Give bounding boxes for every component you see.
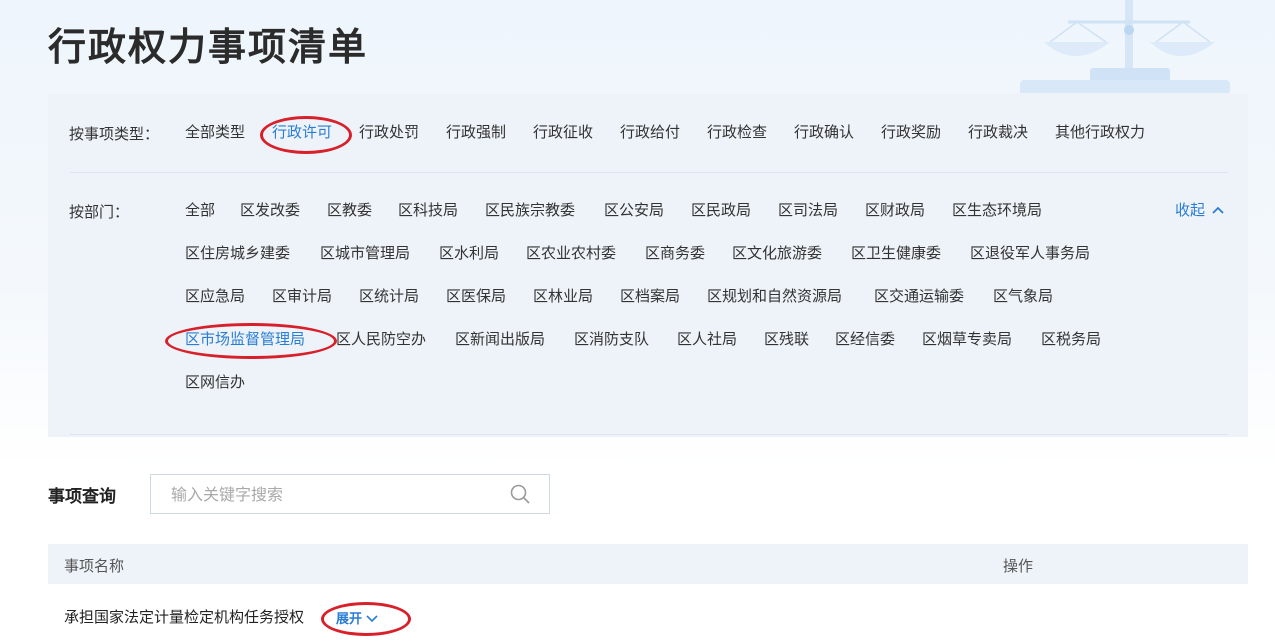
table-row-name: 承担国家法定计量检定机构任务授权 bbox=[64, 608, 305, 626]
dept-filter-item[interactable]: 区医保局 bbox=[446, 284, 506, 308]
column-header-operation: 操作 bbox=[1003, 557, 1034, 575]
type-filter-item[interactable]: 行政征收 bbox=[533, 120, 593, 144]
dept-filter-item[interactable]: 区公安局 bbox=[604, 198, 664, 222]
dept-filter-item[interactable]: 区发改委 bbox=[240, 198, 300, 222]
search-input[interactable] bbox=[151, 475, 509, 513]
dept-filter-item[interactable]: 区规划和自然资源局 bbox=[707, 284, 842, 308]
type-filter-item[interactable]: 行政给付 bbox=[620, 120, 680, 144]
dept-filter-item[interactable]: 区民政局 bbox=[691, 198, 751, 222]
dept-filter-item[interactable]: 区经信委 bbox=[835, 327, 895, 351]
dept-filter-item[interactable]: 区科技局 bbox=[398, 198, 458, 222]
chevron-up-icon bbox=[1212, 206, 1224, 214]
dept-filter-item[interactable]: 区司法局 bbox=[778, 198, 838, 222]
type-filter-label: 按事项类型： bbox=[69, 125, 160, 143]
type-filter-item[interactable]: 行政奖励 bbox=[881, 120, 941, 144]
dept-filter-item[interactable]: 区商务委 bbox=[645, 241, 705, 265]
type-filter-item[interactable]: 其他行政权力 bbox=[1055, 120, 1145, 144]
dept-filter-item[interactable]: 区统计局 bbox=[359, 284, 419, 308]
divider bbox=[70, 434, 1228, 435]
dept-filter-item[interactable]: 区住房城乡建委 bbox=[185, 241, 290, 265]
dept-filter-item[interactable]: 区交通运输委 bbox=[874, 284, 964, 308]
dept-filter-item[interactable]: 区水利局 bbox=[439, 241, 499, 265]
expand-label: 展开 bbox=[336, 612, 363, 627]
table-header: 事项名称 操作 bbox=[48, 544, 1248, 584]
type-filter-item[interactable]: 行政强制 bbox=[446, 120, 506, 144]
column-header-name: 事项名称 bbox=[64, 557, 125, 575]
dept-filter-item[interactable]: 区农业农村委 bbox=[526, 241, 616, 265]
search-section-title: 事项查询 bbox=[48, 487, 116, 507]
dept-filter-item[interactable]: 区退役军人事务局 bbox=[970, 241, 1090, 265]
search-icon[interactable] bbox=[509, 483, 531, 505]
dept-filter-item[interactable]: 区应急局 bbox=[185, 284, 245, 308]
type-filter-item[interactable]: 行政检查 bbox=[707, 120, 767, 144]
highlight-ring bbox=[165, 323, 337, 359]
dept-filter-item[interactable]: 区文化旅游委 bbox=[732, 241, 822, 265]
dept-filter-item[interactable]: 区人民防空办 bbox=[336, 327, 426, 351]
dept-filter-item[interactable]: 区网信办 bbox=[185, 370, 245, 394]
dept-filter-item[interactable]: 区民族宗教委 bbox=[485, 198, 575, 222]
chevron-down-icon bbox=[366, 614, 378, 622]
dept-filter-item[interactable]: 全部 bbox=[185, 198, 215, 222]
search-box bbox=[150, 474, 550, 514]
dept-filter-item[interactable]: 区烟草专卖局 bbox=[922, 327, 1012, 351]
dept-filter-item[interactable]: 区人社局 bbox=[677, 327, 737, 351]
expand-button[interactable]: 展开 bbox=[336, 608, 378, 627]
dept-filter-label: 按部门： bbox=[69, 203, 130, 221]
dept-filter-item[interactable]: 区生态环境局 bbox=[952, 198, 1042, 222]
dept-filter-item[interactable]: 区卫生健康委 bbox=[851, 241, 941, 265]
highlight-ring bbox=[260, 116, 352, 154]
type-filter-item[interactable]: 行政处罚 bbox=[359, 120, 419, 144]
dept-filter-item[interactable]: 区林业局 bbox=[533, 284, 593, 308]
dept-filter-item[interactable]: 区气象局 bbox=[993, 284, 1053, 308]
dept-filter-item[interactable]: 区城市管理局 bbox=[320, 241, 410, 265]
collapse-button[interactable]: 收起 bbox=[1175, 199, 1225, 220]
dept-filter-item[interactable]: 区残联 bbox=[764, 327, 809, 351]
dept-filter-item[interactable]: 区税务局 bbox=[1041, 327, 1101, 351]
divider bbox=[70, 172, 1228, 173]
dept-filter-item[interactable]: 区档案局 bbox=[620, 284, 680, 308]
dept-filter-item[interactable]: 区消防支队 bbox=[574, 327, 649, 351]
type-filter-item[interactable]: 行政确认 bbox=[794, 120, 854, 144]
scales-illustration bbox=[1020, 0, 1230, 95]
dept-filter-item[interactable]: 区新闻出版局 bbox=[455, 327, 545, 351]
dept-filter-item[interactable]: 区财政局 bbox=[865, 198, 925, 222]
dept-filter-item[interactable]: 区教委 bbox=[327, 198, 372, 222]
dept-filter-item[interactable]: 区审计局 bbox=[272, 284, 332, 308]
collapse-label: 收起 bbox=[1175, 201, 1206, 219]
type-filter-item[interactable]: 行政裁决 bbox=[968, 120, 1028, 144]
page-title: 行政权力事项清单 bbox=[48, 25, 369, 69]
type-filter-item[interactable]: 全部类型 bbox=[185, 120, 245, 144]
